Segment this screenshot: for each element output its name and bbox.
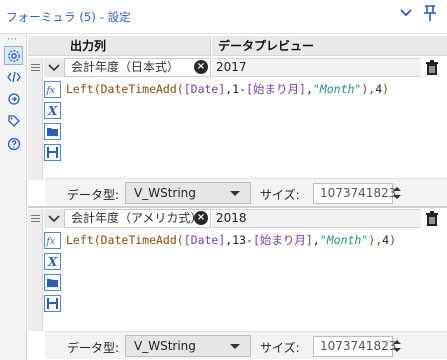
header-spacer — [28, 36, 64, 56]
code-icon[interactable] — [4, 67, 23, 86]
clear-icon[interactable]: × — [194, 211, 208, 225]
svg-text:fx: fx — [46, 237, 55, 247]
data-type-select[interactable]: V_WString — [125, 335, 251, 357]
trash-icon[interactable] — [423, 210, 441, 228]
drag-handle-icon[interactable] — [28, 209, 43, 228]
expr-string: "Month" — [319, 233, 369, 247]
spin-down-icon[interactable] — [393, 348, 401, 352]
field-divider — [28, 206, 447, 208]
size-label: サイズ: — [260, 341, 300, 355]
link-icon[interactable] — [4, 89, 23, 108]
chevron-down-icon[interactable] — [44, 209, 64, 228]
variable-icon[interactable]: X — [44, 102, 61, 119]
data-preview-value: 2017 — [212, 58, 421, 77]
data-type-label: データ型: — [67, 341, 120, 355]
drag-handle-icon[interactable] — [28, 58, 43, 77]
expr-string: "Month" — [312, 82, 362, 96]
open-folder-icon[interactable] — [44, 274, 61, 291]
data-type-select[interactable]: V_WString — [125, 182, 251, 204]
size-spinner[interactable] — [390, 183, 404, 204]
expression-toolbar: fx X — [44, 232, 61, 316]
row-side-strip — [28, 77, 43, 180]
save-icon[interactable] — [44, 295, 61, 312]
spin-down-icon[interactable] — [393, 195, 401, 199]
clear-icon[interactable]: × — [194, 60, 208, 74]
expr-field: [始まり月] — [246, 82, 306, 96]
more-icon[interactable]: ⋯ — [7, 34, 18, 45]
expr-function: DateTimeAdd( — [100, 82, 184, 96]
expr-close: ) — [382, 82, 390, 96]
type-bar: データ型: V_WString サイズ: 1073741823 — [45, 178, 447, 206]
spin-up-icon[interactable] — [393, 187, 401, 191]
variable-icon[interactable]: X — [44, 253, 61, 270]
svg-text:X: X — [47, 104, 58, 117]
expr-close: ), — [368, 233, 383, 247]
field-row-header: 会計年度（アメリカ式） × 2018 — [28, 209, 447, 228]
window-title: フォーミュラ (5) - 設定 — [6, 10, 131, 24]
expr-field: [Date] — [183, 233, 226, 247]
formula-expression[interactable]: Left(DateTimeAdd([Date],1-[始まり月],"Month"… — [66, 81, 389, 97]
expr-function: Left( — [66, 233, 101, 247]
size-input[interactable]: 1073741823 — [313, 183, 396, 204]
output-field-name[interactable]: 会計年度（日本式） — [64, 58, 211, 77]
row-side-strip — [28, 228, 43, 331]
expr-comma: , — [305, 82, 313, 96]
type-bar: データ型: V_WString サイズ: 1073741823 — [45, 331, 447, 359]
expr-close: ) — [389, 233, 396, 247]
pin-icon[interactable] — [422, 4, 438, 26]
expr-comma: , — [312, 233, 320, 247]
function-icon[interactable]: fx — [44, 232, 61, 249]
size-label: サイズ: — [260, 188, 300, 202]
size-input[interactable]: 1073741823 — [313, 336, 396, 357]
tag-icon[interactable] — [4, 111, 23, 130]
caret-down-icon — [230, 191, 240, 196]
chevron-down-icon[interactable] — [44, 58, 64, 77]
data-preview-value: 2018 — [212, 209, 421, 228]
preview-column-header[interactable]: データプレビュー — [212, 36, 447, 56]
expression-toolbar: fx X — [44, 81, 61, 165]
formula-field-2: 会計年度（アメリカ式） × 2018 fx X Left(DateTimeAdd… — [28, 209, 447, 359]
caret-down-icon — [230, 344, 240, 349]
expr-operator: - — [246, 233, 253, 247]
function-icon[interactable]: fx — [44, 81, 61, 98]
data-type-value: V_WString — [134, 186, 196, 200]
help-icon[interactable] — [4, 134, 23, 153]
expr-function: DateTimeAdd( — [100, 233, 184, 247]
trash-icon[interactable] — [423, 59, 441, 77]
spin-up-icon[interactable] — [393, 340, 401, 344]
formula-expression[interactable]: Left(DateTimeAdd([Date],13-[始まり月],"Month… — [66, 232, 396, 248]
svg-text:fx: fx — [46, 86, 55, 96]
data-type-value: V_WString — [134, 339, 196, 353]
save-icon[interactable] — [44, 144, 61, 161]
size-spinner[interactable] — [390, 336, 404, 357]
expr-function: Left( — [66, 82, 101, 96]
formula-field-1: 会計年度（日本式） × 2017 fx X Left(DateTimeAdd([… — [28, 58, 447, 208]
open-folder-icon[interactable] — [44, 123, 61, 140]
output-column-header[interactable]: 出力列 — [64, 36, 211, 56]
svg-text:X: X — [47, 255, 58, 268]
expr-number: 13 — [232, 233, 247, 247]
gear-icon[interactable] — [4, 46, 23, 65]
expr-close: ), — [361, 82, 376, 96]
window-titlebar: フォーミュラ (5) - 設定 — [0, 0, 447, 34]
expr-field: [Date] — [183, 82, 226, 96]
field-row-header: 会計年度（日本式） × 2017 — [28, 58, 447, 77]
chevron-down-icon[interactable] — [399, 6, 413, 24]
expr-field: [始まり月] — [253, 233, 313, 247]
data-type-label: データ型: — [67, 188, 120, 202]
output-field-name[interactable]: 会計年度（アメリカ式） — [64, 209, 211, 228]
tool-rail: ⋯ — [0, 34, 27, 360]
